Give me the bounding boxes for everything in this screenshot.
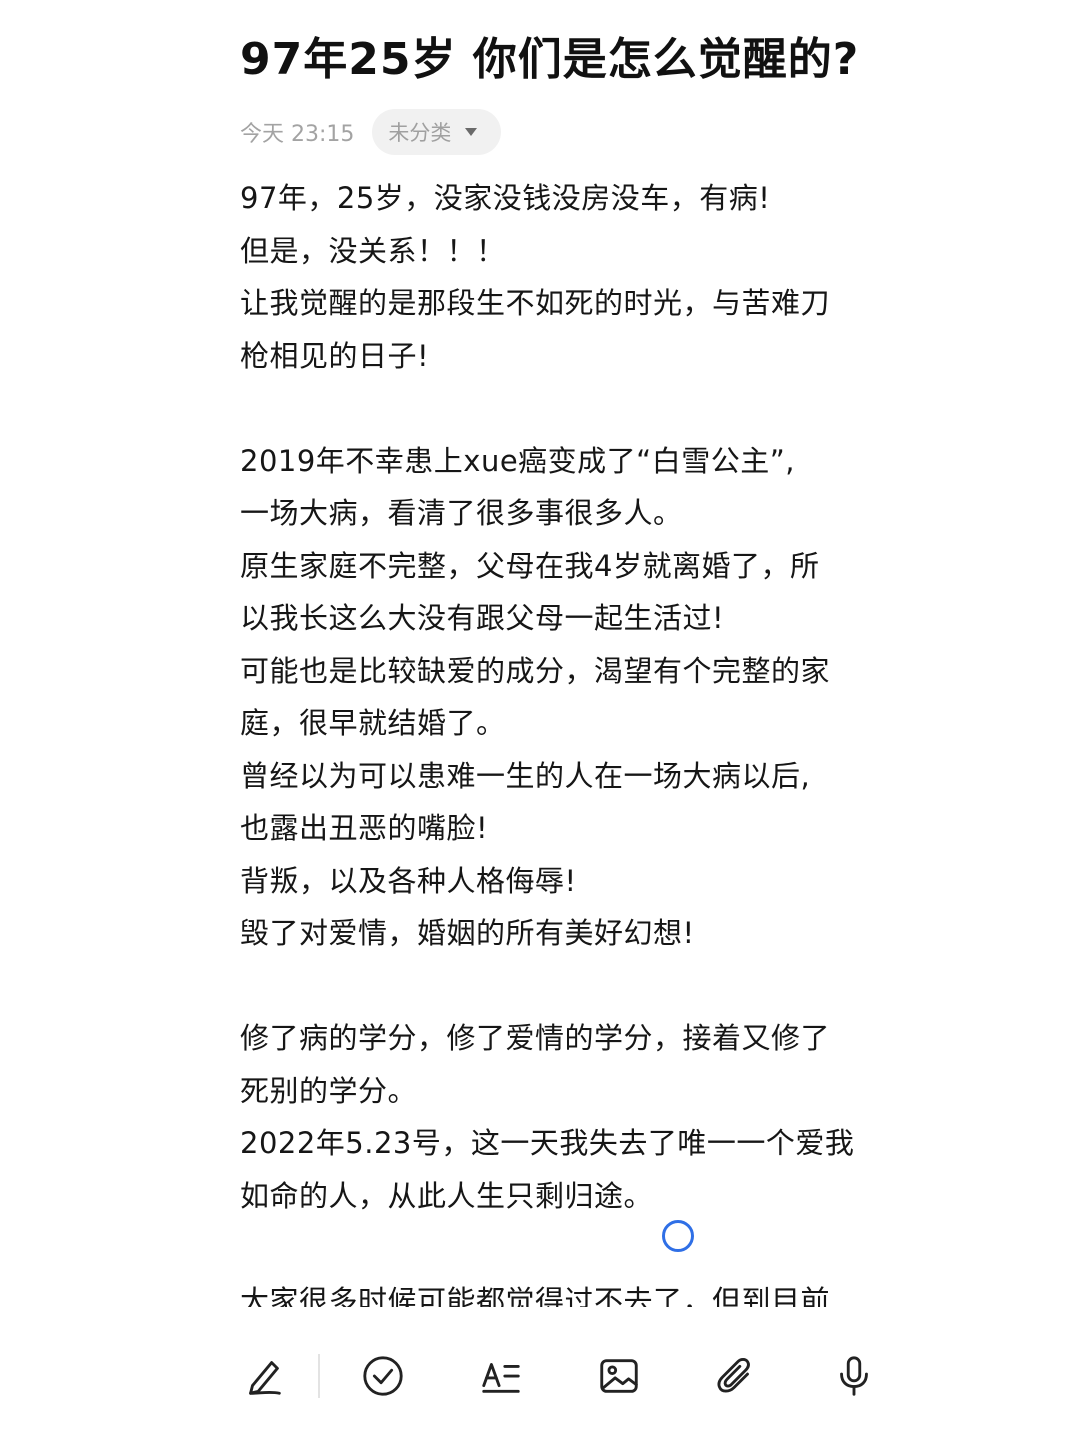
note-line: 以我长这么大没有跟父母一起生活过! (240, 601, 725, 635)
note-blank-line (240, 1222, 880, 1275)
note-line: 但是，没关系！！！ (240, 233, 506, 268)
text-format-button[interactable] (475, 1350, 527, 1402)
microphone-icon (840, 1356, 868, 1396)
voice-input-button[interactable] (828, 1350, 880, 1402)
note-line: 可能也是比较缺爱的成分，渴望有个完整的家 (240, 653, 831, 688)
checklist-icon (363, 1356, 403, 1396)
note-line: 枪相见的日子! (240, 338, 430, 373)
attachment-icon (717, 1358, 750, 1393)
bottom-toolbar (0, 1340, 1080, 1412)
text-format-icon (482, 1363, 520, 1393)
category-label: 未分类 (388, 121, 452, 145)
note-editor-screen: 97年25岁 你们是怎么觉醒的? 今天 23:15 未分类 97年，25岁，没家… (0, 0, 1080, 1439)
note-blank-line (240, 382, 880, 435)
category-dropdown[interactable]: 未分类 (372, 109, 502, 155)
note-line: 一场大病，看清了很多事很多人。 (240, 496, 683, 530)
note-line: 97年，25岁，没家没钱没房没车，有病! (240, 181, 771, 215)
handwriting-button[interactable] (238, 1350, 290, 1402)
note-line: 如命的人，从此人生只剩归途。 (240, 1178, 654, 1213)
note-timestamp: 今天 23:15 (240, 122, 355, 147)
note-line: 曾经以为可以患难一生的人在一场大病以后, (240, 758, 811, 793)
note-line: 背叛，以及各种人格侮辱! (240, 863, 577, 898)
note-line-partial: 大家很多时候可能都觉得过不去了，但到目前 (240, 1283, 831, 1308)
note-line: 2022年5.23号，这一天我失去了唯一一个爱我 (240, 1126, 855, 1160)
note-meta: 今天 23:15 未分类 (240, 108, 502, 156)
note-line: 修了病的学分，修了爱情的学分，接着又修了 (240, 1021, 831, 1055)
attachment-button[interactable] (710, 1350, 762, 1402)
image-icon (600, 1359, 638, 1393)
note-line: 死别的学分。 (240, 1073, 418, 1108)
note-line: 原生家庭不完整，父母在我4岁就离婚了，所 (240, 548, 820, 583)
note-body[interactable]: 97年，25岁，没家没钱没房没车，有病! 但是，没关系！！！ 让我觉醒的是那段生… (240, 172, 880, 1307)
handwriting-pen-icon (249, 1361, 281, 1395)
dropdown-arrow-icon (465, 128, 478, 136)
note-line: 让我觉醒的是那段生不如死的时光，与苦难刀 (240, 286, 831, 320)
toolbar-divider (318, 1354, 320, 1398)
note-line: 庭，很早就结婚了。 (240, 706, 506, 740)
note-line: 也露出丑恶的嘴脸! (240, 811, 489, 845)
text-cursor-handle[interactable] (662, 1220, 694, 1252)
checklist-button[interactable] (357, 1350, 409, 1402)
insert-image-button[interactable] (593, 1350, 645, 1402)
note-line: 毁了对爱情，婚姻的所有美好幻想! (240, 916, 695, 950)
note-title[interactable]: 97年25岁 你们是怎么觉醒的? (240, 28, 1040, 92)
note-blank-line (240, 960, 880, 1013)
note-line: 2019年不幸患上xue癌变成了“白雪公主”, (240, 443, 795, 478)
